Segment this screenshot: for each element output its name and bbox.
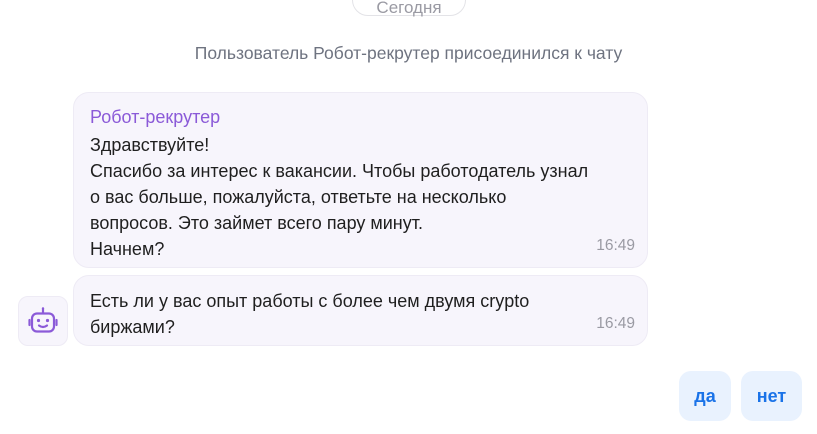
message-line: Здравствуйте! (90, 135, 210, 155)
message-line: Есть ли у вас опыт работы с более чем дв… (90, 291, 530, 311)
date-separator: Сегодня (352, 0, 466, 17)
reply-no-button[interactable]: нет (741, 371, 802, 421)
message-time: 16:49 (596, 237, 635, 254)
date-label: Сегодня (376, 0, 442, 17)
message-text: Здравствуйте! Спасибо за интерес к вакан… (90, 132, 631, 262)
message-bubble: Есть ли у вас опыт работы с более чем дв… (73, 275, 648, 346)
message-bubble: Робот-рекрутер Здравствуйте! Спасибо за … (73, 92, 648, 268)
message-line: Начнем? (90, 239, 165, 259)
message-line: биржами? (90, 317, 175, 337)
message-line: о вас больше, пожалуйста, ответьте на не… (90, 187, 507, 207)
system-message: Пользователь Робот-рекрутер присоединилс… (194, 43, 623, 63)
robot-icon (28, 307, 58, 333)
bot-avatar (18, 296, 68, 346)
message-time: 16:49 (596, 315, 635, 332)
message-line: Спасибо за интерес к вакансии. Чтобы раб… (90, 161, 589, 181)
chat-window: Сегодня Пользователь Робот-рекрутер прис… (0, 0, 817, 434)
message-line: вопросов. Это займет всего пару минут. (90, 213, 423, 233)
reply-yes-button[interactable]: да (679, 371, 731, 421)
message-text: Есть ли у вас опыт работы с более чем дв… (90, 288, 631, 340)
message-sender: Робот-рекрутер (90, 107, 221, 127)
